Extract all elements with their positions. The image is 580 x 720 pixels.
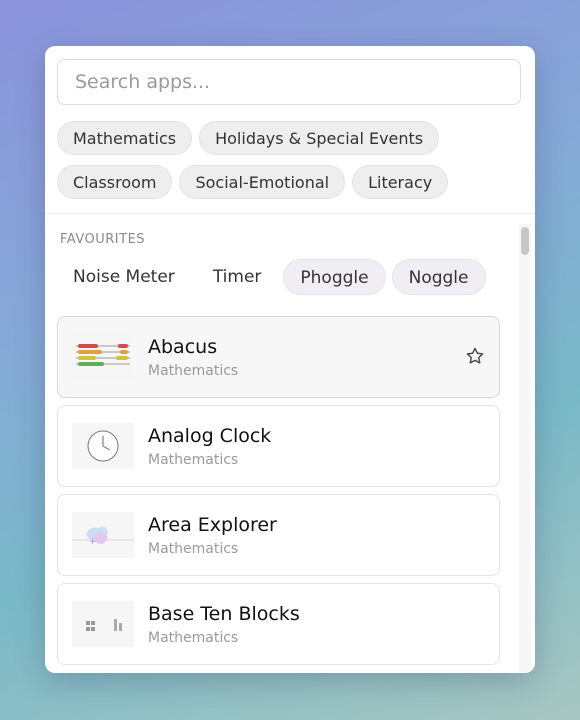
app-category: Mathematics [148, 451, 239, 468]
app-category: Mathematics [148, 362, 239, 379]
app-name: Abacus [148, 335, 218, 358]
category-chip-literacy[interactable]: Literacy [352, 165, 449, 199]
app-name: Base Ten Blocks [148, 602, 300, 625]
category-chip-mathematics[interactable]: Mathematics [57, 121, 193, 155]
app-category: Mathematics [148, 540, 239, 557]
favourites-heading: FAVOURITES [60, 232, 146, 247]
category-chip-social-emotional[interactable]: Social-Emotional [179, 165, 346, 199]
clock-thumbnail [72, 423, 134, 469]
app-info: Base Ten Blocks Mathematics [148, 603, 300, 646]
app-name: Analog Clock [148, 424, 272, 447]
app-info: Analog Clock Mathematics [148, 425, 271, 468]
favourite-noise-meter[interactable]: Noise Meter [57, 259, 191, 295]
category-row: Mathematics Holidays & Special Events [57, 121, 527, 155]
category-row: Classroom Social-Emotional Literacy [57, 165, 527, 199]
app-info: Abacus Mathematics [148, 336, 238, 379]
app-card-area-explorer[interactable]: + Area Explorer Mathematics [57, 494, 500, 576]
base-ten-blocks-thumbnail [72, 601, 134, 647]
search-input[interactable] [57, 59, 521, 105]
favourite-noggle[interactable]: Noggle [391, 259, 486, 295]
scrollbar-thumb[interactable] [521, 227, 529, 255]
category-chip-classroom[interactable]: Classroom [57, 165, 173, 199]
area-explorer-thumbnail: + [72, 512, 134, 558]
abacus-thumbnail [72, 334, 134, 380]
app-list-scroll-area[interactable]: FAVOURITES Noise Meter Timer Phoggle Nog… [45, 214, 535, 673]
scrollbar[interactable] [515, 214, 535, 673]
category-filters: Mathematics Holidays & Special Events Cl… [57, 121, 527, 209]
star-outline-icon[interactable] [465, 346, 485, 366]
app-list: Abacus Mathematics Analog Clock Mathemat… [57, 316, 500, 672]
favourite-timer[interactable]: Timer [197, 259, 278, 295]
category-chip-holidays[interactable]: Holidays & Special Events [199, 121, 440, 155]
favourite-phoggle[interactable]: Phoggle [283, 259, 386, 295]
app-name: Area Explorer [148, 513, 277, 536]
app-card-analog-clock[interactable]: Analog Clock Mathematics [57, 405, 500, 487]
scrollbar-track[interactable] [519, 224, 531, 673]
app-card-base-ten-blocks[interactable]: Base Ten Blocks Mathematics [57, 583, 500, 665]
app-category: Mathematics [148, 629, 239, 646]
svg-text:+: + [89, 537, 97, 547]
app-info: Area Explorer Mathematics [148, 514, 277, 557]
app-card-abacus[interactable]: Abacus Mathematics [57, 316, 500, 398]
favourites-row: Noise Meter Timer Phoggle Noggle [57, 259, 486, 295]
app-picker-panel: Mathematics Holidays & Special Events Cl… [45, 46, 535, 673]
